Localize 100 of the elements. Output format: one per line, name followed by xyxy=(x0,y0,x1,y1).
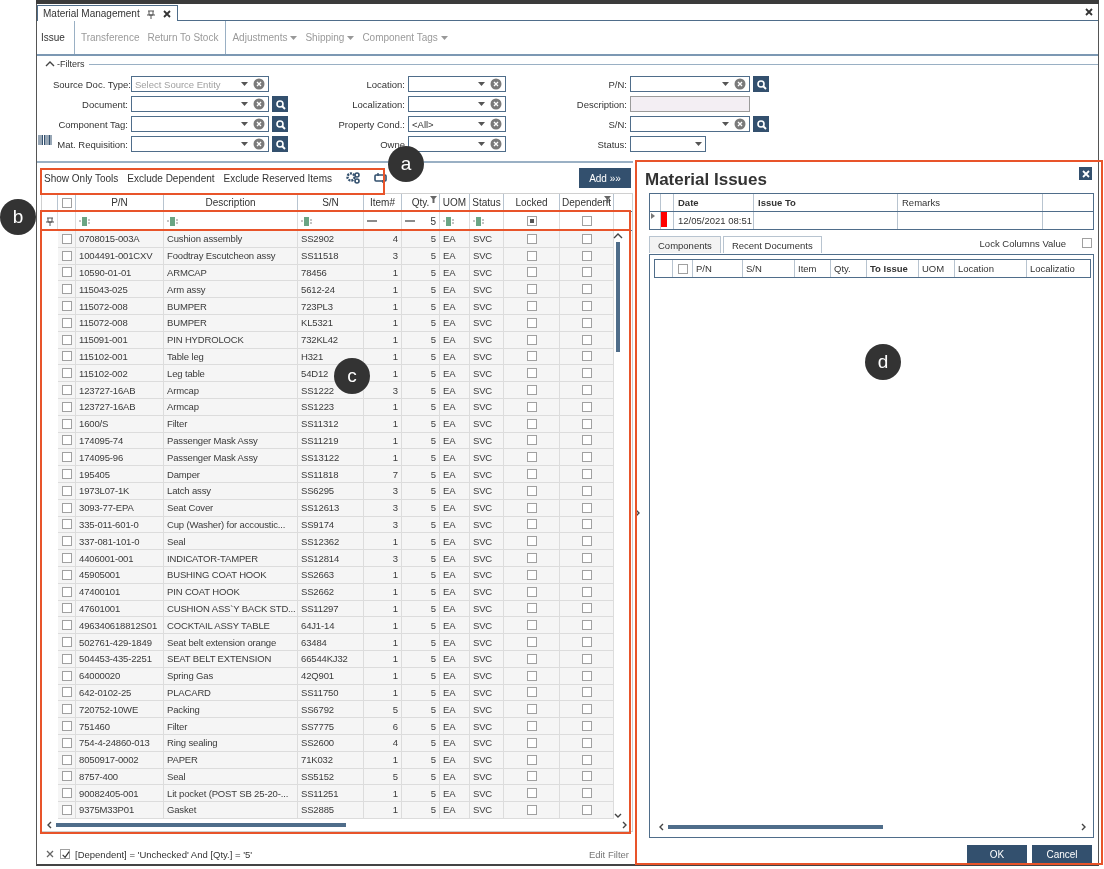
table-cell: 1 xyxy=(364,298,402,315)
section-title: -Filters xyxy=(57,59,85,69)
table-cell: 5 xyxy=(402,231,440,248)
table-cell: 5 xyxy=(402,466,440,483)
table-cell: 5 xyxy=(402,550,440,567)
column-header[interactable]: Locked xyxy=(504,194,560,211)
table-cell: 496340618812S01 xyxy=(76,617,164,635)
column-header[interactable]: P/N xyxy=(76,194,164,211)
edit-filter-link[interactable]: Edit Filter xyxy=(588,848,629,860)
table-cell: SS6792 xyxy=(298,701,364,719)
column-header[interactable]: Description xyxy=(164,194,298,211)
callout: d xyxy=(865,344,901,380)
table-cell: 5 xyxy=(402,365,440,383)
table-cell: EA xyxy=(440,382,470,399)
column-header[interactable]: Item# xyxy=(364,194,402,211)
column-header[interactable]: Qty. xyxy=(402,194,440,211)
column-header[interactable]: Qty. xyxy=(831,260,867,277)
table-cell: Packing xyxy=(164,701,298,719)
table-cell: 5 xyxy=(402,634,440,651)
column-header[interactable]: Location xyxy=(955,260,1027,277)
tab[interactable]: Components xyxy=(649,236,721,253)
table-cell: SVC xyxy=(470,785,504,803)
table-cell: 1 xyxy=(364,449,402,467)
table-cell: 5 xyxy=(402,449,440,467)
callout: b xyxy=(0,199,36,235)
table-cell: 6 xyxy=(364,718,402,735)
table-cell: SVC xyxy=(470,802,504,819)
table-cell: 5 xyxy=(402,802,440,819)
field-label: Description: xyxy=(575,98,627,110)
toolbar-link[interactable]: Exclude Reserved Items xyxy=(223,172,332,184)
table-cell: 7 xyxy=(364,466,402,483)
table-cell: EA xyxy=(440,802,470,819)
table-cell: 5 xyxy=(402,382,440,399)
table-cell: 5 xyxy=(402,785,440,803)
table-cell: Seat belt extension orange xyxy=(164,634,298,651)
table-cell: 4 xyxy=(364,231,402,248)
table-cell: Gasket xyxy=(164,802,298,819)
table-cell: 0708015-003A xyxy=(76,231,164,248)
table-cell: 5612-24 xyxy=(298,281,364,299)
table-cell: 115072-008 xyxy=(76,298,164,315)
table-cell: 720752-10WE xyxy=(76,701,164,719)
toolbar-tab[interactable]: Issue xyxy=(37,21,71,54)
table-cell: SVC xyxy=(470,281,504,299)
column-header[interactable]: Date xyxy=(674,194,754,211)
table-cell: EA xyxy=(440,617,470,635)
table-cell: 4406001-001 xyxy=(76,550,164,567)
field-label: Document: xyxy=(81,98,128,110)
column-header[interactable]: To Issue xyxy=(867,260,919,277)
table-cell: 195405 xyxy=(76,466,164,483)
toolbar-link[interactable]: Show Only Tools xyxy=(44,172,119,184)
table-cell: 751460 xyxy=(76,718,164,735)
column-header[interactable]: Issue To xyxy=(754,194,898,211)
table-cell: 5 xyxy=(402,617,440,635)
table-cell: 337-081-101-0 xyxy=(76,533,164,551)
table-cell: EA xyxy=(440,281,470,299)
column-header[interactable]: UOM xyxy=(919,260,955,277)
table-cell: INDICATOR-TAMPER xyxy=(164,550,298,567)
table-cell: 123727-16AB xyxy=(76,382,164,399)
table-cell: EA xyxy=(440,718,470,735)
table-cell: 3 xyxy=(364,382,402,399)
table-cell: EA xyxy=(440,701,470,719)
table-cell: 12/05/2021 08:51 xyxy=(674,212,754,229)
dropdown-field[interactable]: <All> xyxy=(408,116,506,132)
table-cell: EA xyxy=(440,466,470,483)
table-cell: 5 xyxy=(402,298,440,315)
column-header[interactable]: Item xyxy=(795,260,831,277)
table-cell: SVC xyxy=(470,466,504,483)
add-button[interactable]: Add »» xyxy=(579,168,631,188)
table-cell: Filter xyxy=(164,718,298,735)
table-cell: 1 xyxy=(364,617,402,635)
table-cell: EA xyxy=(440,634,470,651)
toolbar-link[interactable]: Exclude Dependent xyxy=(127,172,215,184)
table-cell: 115102-002 xyxy=(76,365,164,383)
field-label: Source Doc. Type: xyxy=(53,78,128,90)
table-cell: SS12814 xyxy=(298,550,364,567)
table-cell: SVC xyxy=(470,298,504,315)
column-header[interactable]: S/N xyxy=(743,260,795,277)
table-cell: Lit pocket (POST SB 25-20-... xyxy=(164,785,298,803)
table-cell: 64J1-14 xyxy=(298,617,364,635)
table-cell: 5 xyxy=(402,533,440,551)
field-label: Status: xyxy=(596,138,627,150)
field-label: Property Cond.: xyxy=(337,118,405,130)
table-cell: Seal xyxy=(164,533,298,551)
table-cell: 723PL3 xyxy=(298,298,364,315)
table-cell: SVC xyxy=(470,533,504,551)
column-header[interactable]: S/N xyxy=(298,194,364,211)
column-header[interactable]: P/N xyxy=(693,260,743,277)
filter-value[interactable]: 5 xyxy=(430,215,436,227)
table-cell: 115043-025 xyxy=(76,281,164,299)
column-header[interactable]: Remarks xyxy=(898,194,1043,211)
field-label: P/N: xyxy=(607,78,627,90)
table-cell: Damper xyxy=(164,466,298,483)
tab[interactable]: Recent Documents xyxy=(722,236,822,253)
column-header[interactable]: Localizatio xyxy=(1027,260,1090,277)
table-cell: SVC xyxy=(470,365,504,383)
column-header[interactable]: UOM xyxy=(440,194,470,211)
table-cell: COCKTAIL ASSY TABLE xyxy=(164,617,298,635)
column-header[interactable]: Status xyxy=(470,194,504,211)
document-tab[interactable]: Material Management xyxy=(37,5,178,21)
column-header[interactable]: Dependent xyxy=(560,194,614,211)
